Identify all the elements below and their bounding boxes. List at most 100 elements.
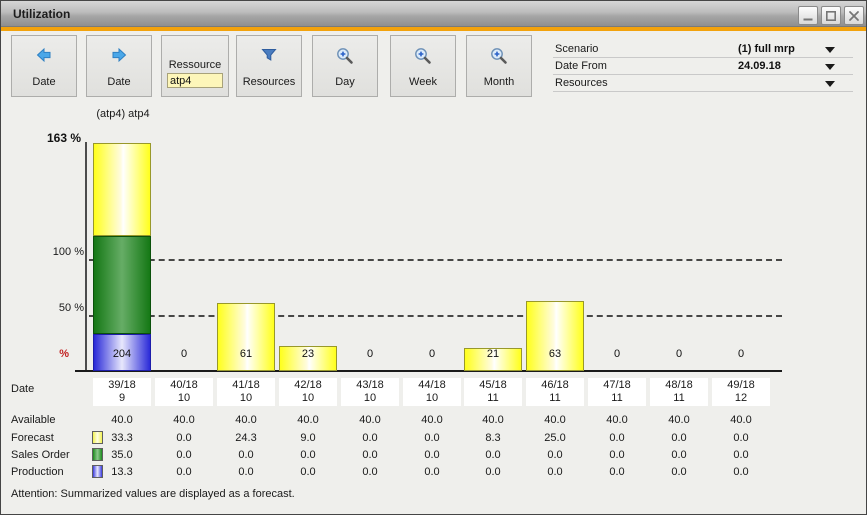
zoom-week-button[interactable]: Week (390, 35, 456, 97)
bar-value-label: 23 (279, 348, 337, 360)
scenario-value[interactable]: (1) full mrp (738, 43, 833, 55)
table-cell: 0.0 (588, 432, 646, 444)
arrow-left-icon (12, 47, 76, 68)
gridline-100 (89, 259, 782, 261)
scenario-row[interactable]: Scenario (1) full mrp (553, 41, 853, 58)
zoom-month-label: Month (484, 76, 515, 88)
table-cell: 8.3 (464, 432, 522, 444)
resources-label: Resources (555, 77, 608, 89)
table-cell: 0.0 (155, 432, 213, 444)
date-from-label: Date From (555, 60, 607, 72)
table-cell: 40.0 (588, 414, 646, 426)
table-cell: 0.0 (526, 449, 584, 461)
table-cell: 0.0 (279, 466, 337, 478)
date-from-value[interactable]: 24.09.18 (738, 60, 833, 72)
table-cell: 40.0 (650, 414, 708, 426)
ressource-input[interactable] (167, 73, 223, 88)
table-cell: 0.0 (403, 449, 461, 461)
date-back-button[interactable]: Date (11, 35, 77, 97)
table-cell: 0.0 (526, 466, 584, 478)
table-cell: 0.0 (588, 449, 646, 461)
table-cell: 13.3 (93, 466, 151, 478)
table-cell: 0.0 (464, 449, 522, 461)
table-cell: 0.0 (464, 466, 522, 478)
ressource-button[interactable]: Ressource (161, 35, 229, 97)
y-axis-line (85, 142, 87, 372)
date-header-cell: 47/1811 (588, 378, 646, 406)
table-cell: 25.0 (526, 432, 584, 444)
date-row-label: Date (11, 383, 34, 395)
table-cell: 0.0 (650, 449, 708, 461)
y-axis-unit-label: % (29, 348, 69, 360)
table-cell: 0.0 (650, 466, 708, 478)
zoom-month-button[interactable]: Month (466, 35, 532, 97)
table-cell: 0.0 (403, 432, 461, 444)
date-header-cell: 46/1811 (526, 378, 584, 406)
date-header-cell: 42/1810 (279, 378, 337, 406)
date-forward-label: Date (107, 76, 130, 88)
date-header-cell: 41/1810 (217, 378, 275, 406)
bar-value-label: 0 (650, 348, 708, 360)
zoom-week-label: Week (409, 76, 437, 88)
y-axis-max-label: 163 % (24, 131, 81, 145)
table-cell: 0.0 (279, 449, 337, 461)
chevron-down-icon[interactable] (825, 64, 835, 70)
bar-segment-forecast (526, 301, 584, 371)
resources-row[interactable]: Resources (553, 75, 853, 92)
date-header-cell: 39/189 (93, 378, 151, 406)
zoom-in-icon (467, 47, 531, 71)
bar-value-label: 61 (217, 348, 275, 360)
bar-segment-forecast (217, 303, 275, 371)
date-header-cell: 49/1812 (712, 378, 770, 406)
date-forward-button[interactable]: Date (86, 35, 152, 97)
table-cell: 40.0 (464, 414, 522, 426)
close-icon (848, 10, 860, 22)
table-cell: 0.0 (155, 449, 213, 461)
titlebar[interactable]: Utilization (1, 1, 866, 27)
table-cell: 0.0 (712, 432, 770, 444)
row-label-forecast: Forecast (11, 432, 54, 444)
bar-value-label: 63 (526, 348, 584, 360)
bar-segment-forecast (93, 143, 151, 236)
table-cell: 0.0 (650, 432, 708, 444)
date-header-cell: 43/1810 (341, 378, 399, 406)
bar-value-label: 0 (712, 348, 770, 360)
date-from-row[interactable]: Date From 24.09.18 (553, 58, 853, 75)
date-header-cell: 44/1810 (403, 378, 461, 406)
row-label-sales-order: Sales Order (11, 449, 70, 461)
scenario-label: Scenario (555, 43, 598, 55)
table-cell: 0.0 (341, 466, 399, 478)
accent-strip (1, 27, 866, 31)
zoom-day-label: Day (335, 76, 355, 88)
table-cell: 40.0 (403, 414, 461, 426)
row-label-available: Available (11, 414, 55, 426)
minimize-icon (802, 10, 814, 22)
window-title: Utilization (13, 7, 70, 21)
ressource-label: Ressource (169, 59, 222, 71)
table-cell: 40.0 (217, 414, 275, 426)
table-cell: 0.0 (712, 466, 770, 478)
chart-series-title: (atp4) atp4 (43, 108, 203, 120)
bar-value-label: 204 (93, 348, 151, 360)
date-header-cell: 48/1811 (650, 378, 708, 406)
table-cell: 0.0 (217, 466, 275, 478)
table-cell: 9.0 (279, 432, 337, 444)
bar-segment-forecast (279, 346, 337, 371)
gridline-50 (89, 315, 782, 317)
minimize-button[interactable] (798, 6, 818, 25)
maximize-button[interactable] (821, 6, 841, 25)
chevron-down-icon[interactable] (825, 81, 835, 87)
table-cell: 40.0 (155, 414, 213, 426)
bar-value-label: 0 (341, 348, 399, 360)
arrow-right-icon (87, 47, 151, 68)
date-header-cell: 45/1811 (464, 378, 522, 406)
close-button[interactable] (844, 6, 864, 25)
zoom-in-icon (313, 47, 377, 71)
chevron-down-icon[interactable] (825, 47, 835, 53)
date-header-cell: 40/1810 (155, 378, 213, 406)
table-cell: 40.0 (712, 414, 770, 426)
table-cell: 35.0 (93, 449, 151, 461)
zoom-day-button[interactable]: Day (312, 35, 378, 97)
table-cell: 40.0 (279, 414, 337, 426)
resources-filter-button[interactable]: Resources (236, 35, 302, 97)
